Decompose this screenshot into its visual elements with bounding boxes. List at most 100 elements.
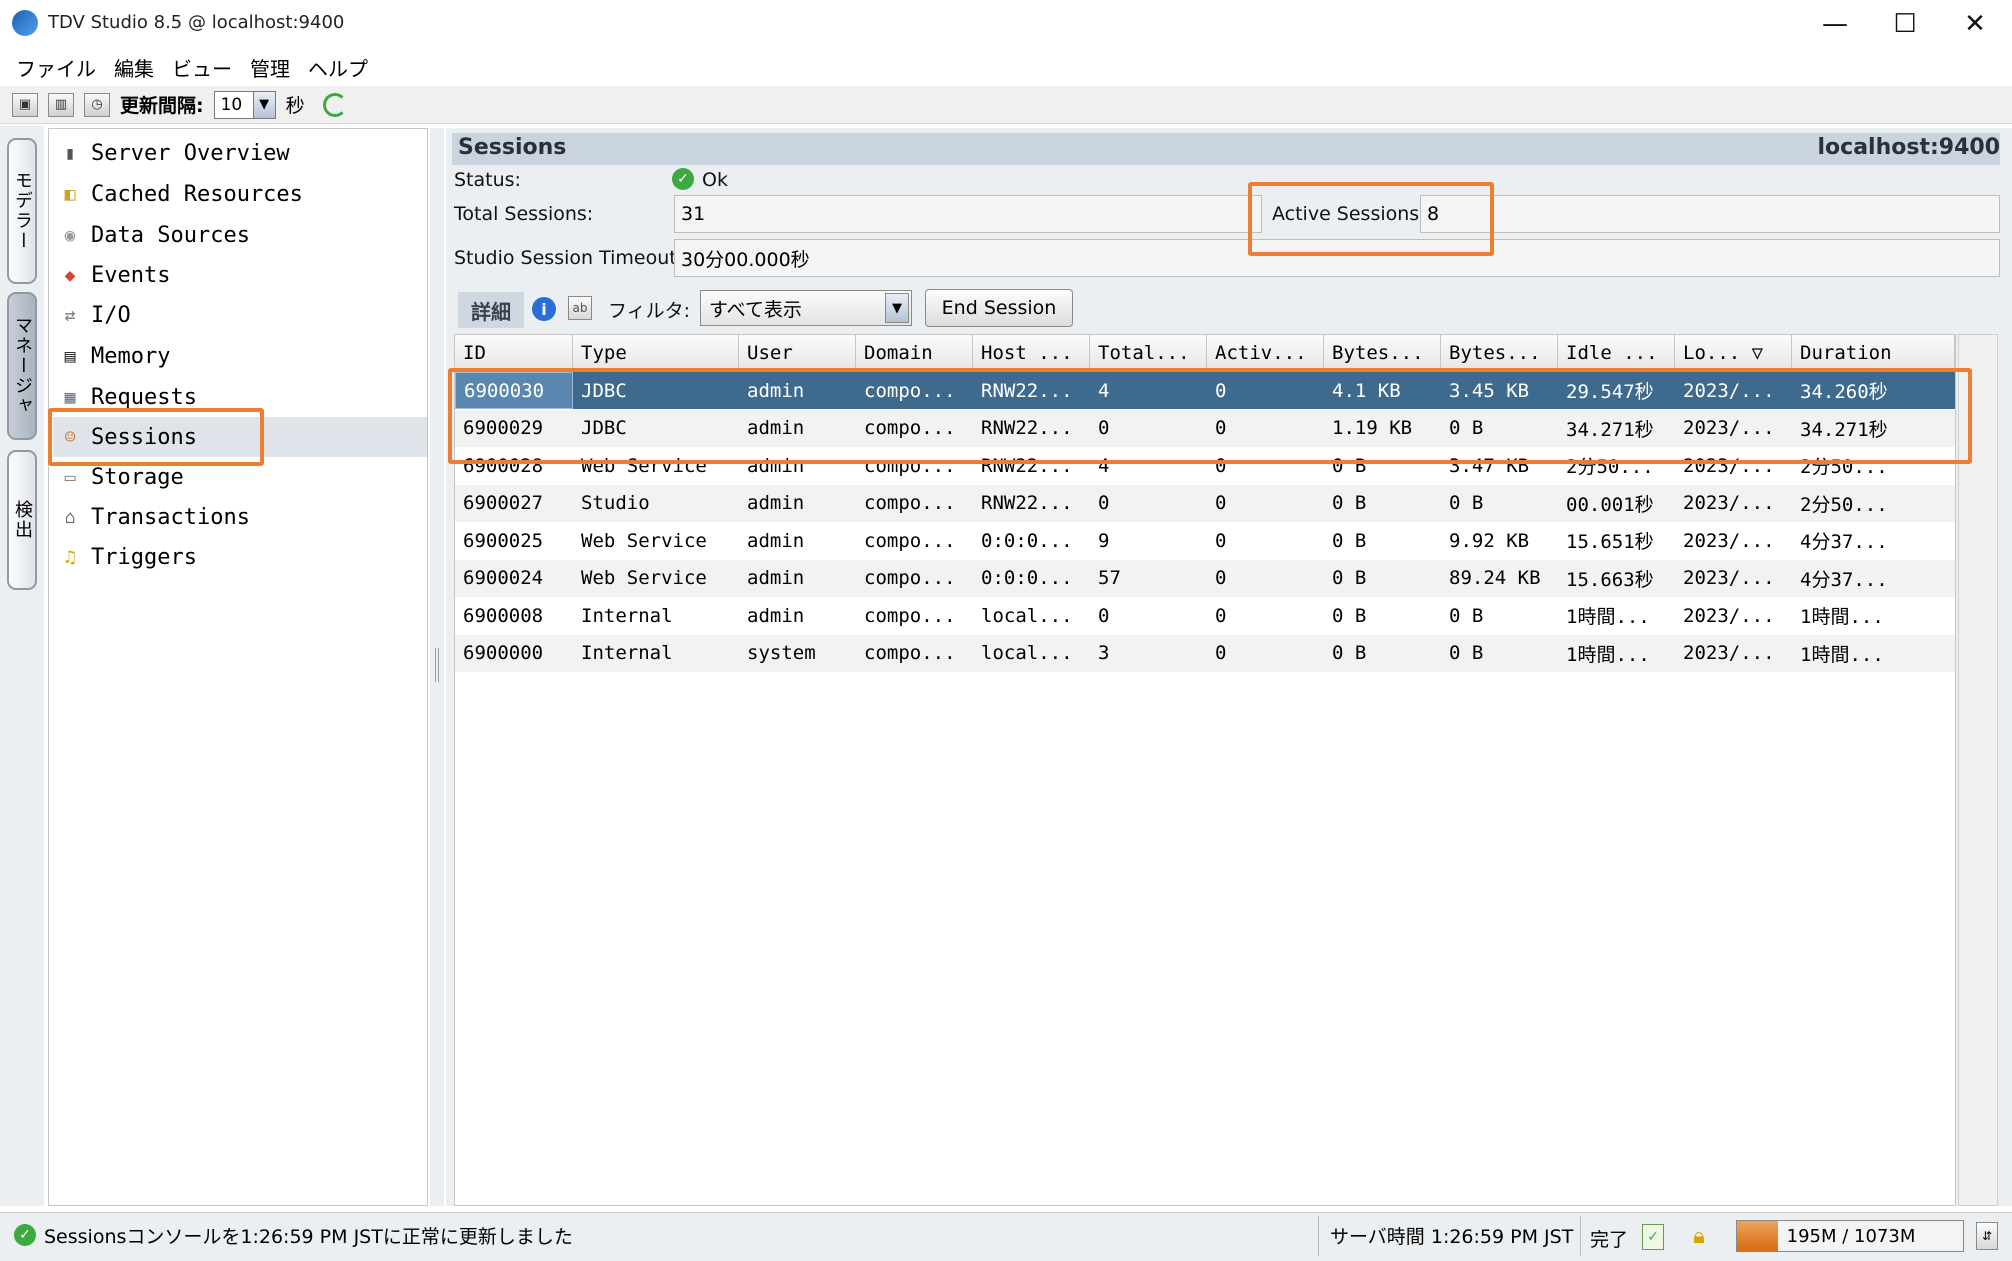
columns-config-icon[interactable]: ab (568, 296, 592, 320)
nav-item-label: Requests (91, 384, 197, 410)
garbage-collect-icon[interactable]: ⇵ (1976, 1222, 1998, 1250)
column-header-duration[interactable]: Duration (1792, 335, 1955, 371)
columns-icon[interactable]: ▥ (48, 92, 74, 117)
nav-item-sessions[interactable]: ☺ Sessions (53, 417, 427, 457)
menu-file[interactable]: ファイル (16, 53, 96, 82)
chevron-down-icon[interactable]: ▼ (252, 91, 275, 118)
table-row[interactable]: 6900029 JDBC admin compo... RNW22... 0 0 1.19 K… (455, 409, 1955, 447)
active-sessions-label: Active Sessions: (1272, 203, 1426, 225)
minimize-button[interactable]: — (1800, 0, 1870, 48)
column-header-login[interactable]: Lo... ▽ (1675, 335, 1792, 371)
chevron-down-icon[interactable]: ▼ (885, 293, 909, 323)
column-header-id[interactable]: ID (455, 335, 573, 371)
nav-item-storage[interactable]: ▭ Storage (53, 457, 427, 497)
column-header-idle[interactable]: Idle ... (1558, 335, 1675, 371)
nav-item-label: I/O (91, 302, 131, 328)
tab-modeler[interactable]: モデラー (7, 138, 37, 284)
column-header-host[interactable]: Host ... (973, 335, 1090, 371)
nav-item-memory[interactable]: ▤ Memory (53, 336, 427, 376)
cell-bytes-out: 0 B (1449, 642, 1484, 664)
requests-icon: ▦ (64, 386, 76, 408)
table-row[interactable]: 6900030 JDBC admin compo... RNW22... 4 0 4.1 KB… (455, 372, 1955, 409)
cell-id: 6900024 (463, 567, 544, 589)
close-button[interactable]: ✕ (1940, 0, 2010, 48)
cell-type: Web Service (581, 454, 707, 477)
lock-icon[interactable]: 🔒︎ (1686, 1222, 1712, 1250)
info-icon[interactable]: i (532, 297, 556, 321)
table-row[interactable]: 6900028 Web Service admin compo... RNW22... 4… (455, 447, 1955, 484)
filter-value: すべて表示 (709, 298, 802, 321)
server-icon: ▮ (64, 142, 76, 164)
column-header-domain[interactable]: Domain (856, 335, 973, 371)
detail-tab[interactable]: 詳細 (458, 292, 524, 328)
filter-label: フィルタ: (608, 300, 691, 322)
column-header-user[interactable]: User (739, 335, 856, 371)
table-row[interactable]: 6900008 Internal admin compo... local... 0 0 0 … (455, 597, 1955, 634)
tab-manager[interactable]: マネージャ (7, 292, 37, 440)
app-logo-icon (12, 10, 38, 36)
menu-admin[interactable]: 管理 (250, 53, 290, 82)
table-row[interactable]: 6900000 Internal system compo... local... 3 0 0… (455, 634, 1955, 672)
nav-item-requests[interactable]: ▦ Requests (53, 377, 427, 417)
menu-view[interactable]: ビュー (172, 53, 232, 82)
maximize-button[interactable]: ☐ (1870, 0, 1940, 48)
column-header-bytes-out[interactable]: Bytes... (1441, 335, 1558, 371)
nav-item-server-overview[interactable]: ▮ Server Overview (53, 133, 427, 173)
tab-discovery[interactable]: 検出 (7, 450, 37, 590)
nav-item-label: Cached Resources (91, 181, 303, 207)
status-divider (1580, 1216, 1581, 1256)
nav-item-triggers[interactable]: ♫ Triggers (53, 537, 427, 577)
table-scrollbar[interactable] (1958, 334, 1998, 1206)
cell-user: admin (747, 567, 805, 589)
cell-type: Internal (581, 604, 673, 627)
nav-item-label: Sessions (91, 424, 197, 450)
sessions-header (452, 133, 2000, 165)
nav-item-transactions[interactable]: ⌂ Transactions (53, 497, 427, 537)
refresh-interval-select[interactable]: 10 ▼ (213, 90, 276, 119)
column-header-active[interactable]: Activ... (1207, 335, 1324, 371)
menu-edit[interactable]: 編集 (114, 53, 154, 82)
cell-bytes-out: 0 B (1449, 604, 1484, 627)
cell-user: admin (747, 379, 805, 402)
refresh-icon[interactable] (322, 92, 347, 117)
clipboard-check-icon[interactable]: ✓ (1642, 1224, 1664, 1250)
cell-active: 0 (1215, 604, 1227, 627)
nav-item-cached-resources[interactable]: ◧ Cached Resources (53, 174, 427, 214)
cell-host: 0:0:0... (981, 567, 1073, 589)
table-row[interactable]: 6900024 Web Service admin compo... 0:0:0... 5… (455, 559, 1955, 597)
nav-item-events[interactable]: ◆ Events (53, 255, 427, 295)
cell-duration: 4分37... (1800, 531, 1888, 553)
menu-bar: ファイル 編集 ビュー 管理 ヘルプ (0, 50, 2012, 84)
menu-help[interactable]: ヘルプ (308, 53, 368, 82)
cell-total: 3 (1098, 642, 1110, 664)
clock-icon[interactable]: ◷ (84, 92, 110, 117)
cell-idle: 29.547秒 (1566, 381, 1654, 403)
cell-total: 4 (1098, 379, 1110, 402)
panel-splitter[interactable] (430, 128, 444, 1206)
cell-total: 4 (1098, 454, 1110, 477)
cell-total: 0 (1098, 417, 1110, 439)
cell-bytes-out: 3.45 KB (1449, 379, 1530, 402)
filter-select[interactable]: すべて表示 ▼ (700, 290, 912, 326)
column-header-type[interactable]: Type (573, 335, 739, 371)
column-header-bytes-in[interactable]: Bytes... (1324, 335, 1441, 371)
column-header-total[interactable]: Total... (1090, 335, 1207, 371)
bank-icon: ⌂ (64, 506, 76, 528)
cell-bytes-in: 1.19 KB (1332, 417, 1413, 439)
nav-item-data-sources[interactable]: ◉ Data Sources (53, 215, 427, 255)
nav-item-io[interactable]: ⇄ I/O (53, 295, 427, 335)
cell-host: RNW22... (981, 417, 1073, 439)
cell-user: admin (747, 604, 805, 627)
cell-domain: compo... (864, 454, 956, 477)
cell-bytes-out: 9.92 KB (1449, 529, 1530, 552)
cell-domain: compo... (864, 604, 956, 627)
cell-login: 2023/... (1683, 379, 1775, 402)
table-row[interactable]: 6900027 Studio admin compo... RNW22... 0 0 0 B 0… (455, 484, 1955, 522)
session-timeout-label: Studio Session Timeout: (454, 247, 684, 269)
end-session-button[interactable]: End Session (925, 289, 1073, 327)
cell-host: local... (981, 642, 1073, 664)
status-message: Sessionsコンソールを1:26:59 PM JSTに正常に更新しました (44, 1226, 573, 1248)
screenshot-icon[interactable]: ▣ (12, 92, 38, 117)
table-row[interactable]: 6900025 Web Service admin compo... 0:0:0... 9… (455, 522, 1955, 559)
cell-duration: 2分50... (1800, 456, 1888, 478)
